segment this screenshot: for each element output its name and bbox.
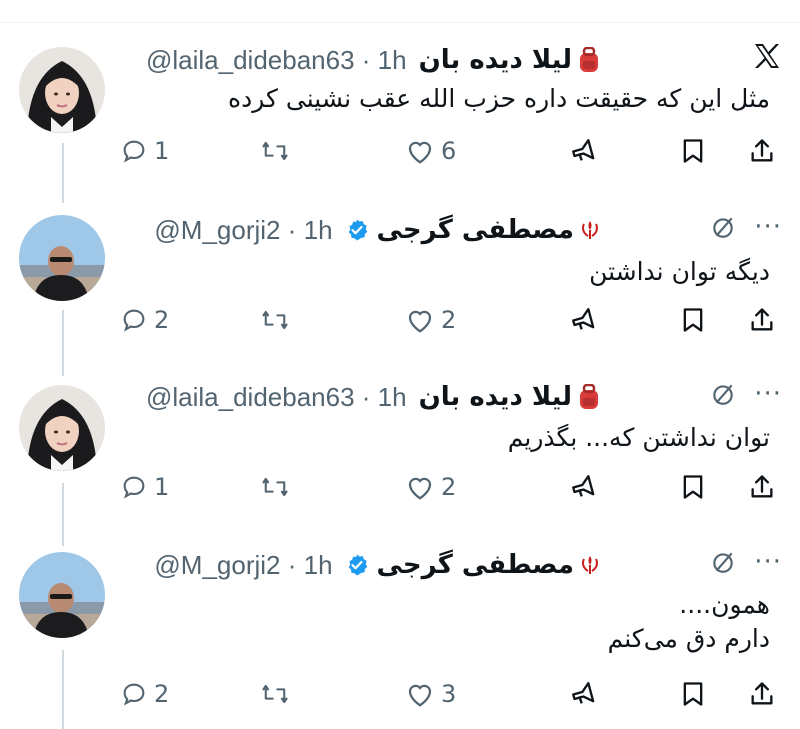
- x-logo: [752, 40, 782, 80]
- share-icon: [751, 139, 773, 162]
- reply-button[interactable]: 1: [120, 131, 169, 171]
- retweet-icon: [262, 477, 288, 497]
- verified-icon: [345, 553, 369, 577]
- action-bar: 1 2: [120, 467, 785, 507]
- action-bar: 2 3: [120, 674, 785, 714]
- timestamp: 1h: [303, 549, 333, 580]
- share-button[interactable]: [748, 467, 776, 507]
- timestamp: 1h: [303, 214, 333, 245]
- bookmark-button[interactable]: [680, 467, 706, 507]
- action-bar: 1 6: [120, 131, 785, 171]
- bookmark-button[interactable]: [680, 131, 706, 171]
- handle[interactable]: @M_gorji2 · 1h: [154, 215, 332, 246]
- share-button[interactable]: [748, 674, 776, 714]
- tweet-header: لیلا دیده بان @laila_dideban63 · 1h: [146, 40, 600, 80]
- iran-emblem-icon: [580, 554, 600, 576]
- grok-icon: [572, 308, 595, 330]
- grok-button[interactable]: [570, 674, 598, 714]
- grok-button[interactable]: [570, 131, 598, 171]
- bookmark-icon: [683, 308, 703, 332]
- like-button[interactable]: 3: [405, 674, 456, 714]
- timestamp: 1h: [377, 381, 407, 412]
- grok-icon: [572, 475, 595, 497]
- avatar[interactable]: [19, 385, 105, 471]
- tweet-corner-actions: ···: [710, 379, 782, 409]
- reply-icon: [123, 140, 145, 163]
- tweet[interactable]: مصطفی گرجی @M_gorji2 · 1h ··· دیگه توان …: [0, 190, 800, 365]
- reply-button[interactable]: 2: [120, 300, 169, 340]
- tweet-text: مثل این که حقیقت داره حزب الله عقب نشینی…: [228, 84, 770, 113]
- bookmark-button[interactable]: [680, 674, 706, 714]
- more-icon[interactable]: ···: [754, 379, 782, 409]
- display-name[interactable]: لیلا دیده بان: [419, 382, 572, 412]
- avatar[interactable]: [19, 47, 105, 133]
- grok-icon[interactable]: [710, 214, 736, 240]
- tweet-header: مصطفی گرجی @M_gorji2 · 1h: [154, 210, 600, 250]
- reply-icon: [123, 683, 145, 706]
- retweet-button[interactable]: [260, 131, 296, 171]
- reply-icon: [123, 309, 145, 332]
- display-name[interactable]: مصطفی گرجی: [377, 550, 574, 580]
- share-icon: [751, 308, 773, 331]
- tweet-text: توان نداشتن که... بگذریم: [507, 423, 770, 452]
- bookmark-icon: [683, 139, 703, 163]
- display-name[interactable]: لیلا دیده بان: [419, 45, 572, 75]
- like-button[interactable]: 2: [405, 467, 456, 507]
- bookmark-icon: [683, 682, 703, 706]
- avatar[interactable]: [19, 552, 105, 638]
- grok-icon[interactable]: [710, 381, 736, 407]
- tweet[interactable]: مصطفی گرجی @M_gorji2 · 1h ··· همون.... د…: [0, 540, 800, 729]
- tweet-header: لیلا دیده بان @laila_dideban63 · 1h: [146, 377, 600, 417]
- handle[interactable]: @laila_dideban63 · 1h: [146, 45, 407, 76]
- retweet-icon: [262, 684, 288, 704]
- tweet-corner-actions: ···: [710, 547, 782, 577]
- like-icon: [408, 310, 432, 333]
- display-name[interactable]: مصطفی گرجی: [377, 215, 574, 245]
- tweet[interactable]: لیلا دیده بان @laila_dideban63 · 1h ··· …: [0, 365, 800, 540]
- reply-button[interactable]: 1: [120, 467, 169, 507]
- avatar[interactable]: [19, 215, 105, 301]
- more-icon[interactable]: ···: [754, 547, 782, 577]
- grok-button[interactable]: [570, 467, 598, 507]
- share-button[interactable]: [748, 300, 776, 340]
- tweet-text: دیگه توان نداشتن: [589, 257, 770, 286]
- handle[interactable]: @laila_dideban63 · 1h: [146, 382, 407, 413]
- share-icon: [751, 475, 773, 498]
- more-icon[interactable]: ···: [754, 212, 782, 242]
- iran-emblem-icon: [580, 219, 600, 241]
- like-icon: [408, 477, 432, 500]
- backpack-icon: [578, 384, 600, 410]
- bookmark-button[interactable]: [680, 300, 706, 340]
- share-button[interactable]: [748, 131, 776, 171]
- retweet-button[interactable]: [260, 467, 296, 507]
- like-icon: [408, 141, 432, 164]
- share-icon: [751, 682, 773, 705]
- like-icon: [408, 684, 432, 707]
- retweet-button[interactable]: [260, 300, 296, 340]
- reply-icon: [123, 476, 145, 499]
- backpack-icon: [578, 47, 600, 73]
- handle[interactable]: @M_gorji2 · 1h: [154, 550, 332, 581]
- grok-icon[interactable]: [710, 549, 736, 575]
- tweet-text: همون.... دارم دق می‌کنم: [607, 590, 770, 653]
- grok-icon: [572, 139, 595, 161]
- like-button[interactable]: 6: [405, 131, 456, 171]
- tweet[interactable]: لیلا دیده بان @laila_dideban63 · 1h مثل …: [0, 0, 800, 190]
- timestamp: 1h: [377, 44, 407, 75]
- action-bar: 2 2: [120, 300, 785, 340]
- verified-icon: [345, 218, 369, 242]
- retweet-icon: [262, 141, 288, 161]
- retweet-icon: [262, 310, 288, 330]
- tweet-header: مصطفی گرجی @M_gorji2 · 1h: [154, 545, 600, 585]
- grok-icon: [572, 682, 595, 704]
- bookmark-icon: [683, 475, 703, 499]
- tweet-corner-actions: ···: [710, 212, 782, 242]
- grok-button[interactable]: [570, 300, 598, 340]
- like-button[interactable]: 2: [405, 300, 456, 340]
- reply-button[interactable]: 2: [120, 674, 169, 714]
- retweet-button[interactable]: [260, 674, 296, 714]
